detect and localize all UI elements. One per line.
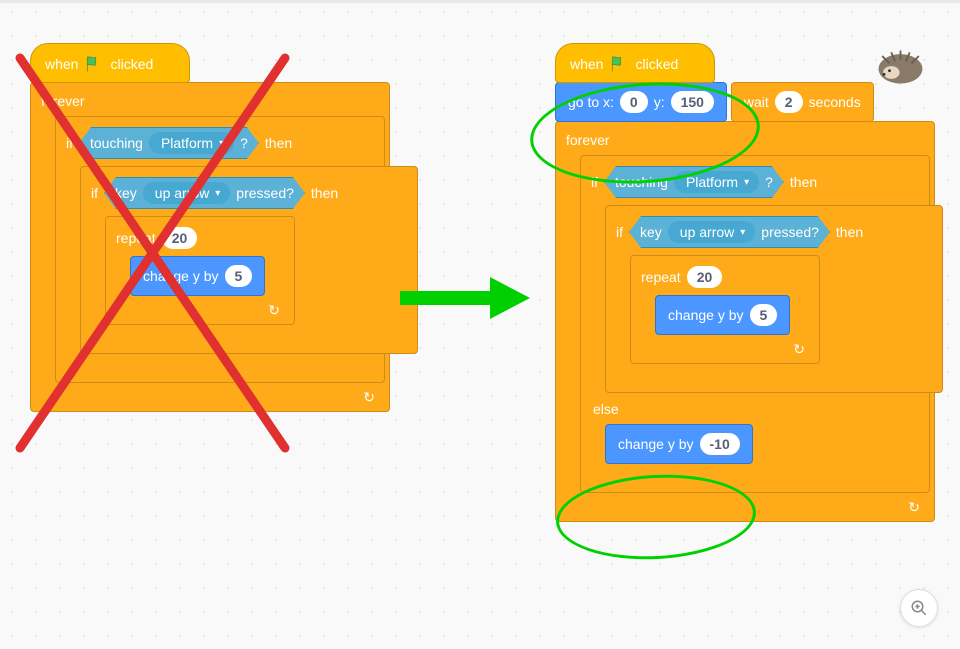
uparrow-option: up arrow [155, 185, 209, 201]
touching-label: touching [615, 174, 668, 190]
touching-label: touching [90, 135, 143, 151]
gotoy-label: y: [654, 94, 665, 110]
key-pressed-reporter[interactable]: key up arrow ▾ pressed? [629, 216, 830, 248]
hat-label: when [45, 56, 78, 72]
scratch-canvas: when clicked forever if touching Platfor… [0, 0, 960, 649]
green-flag-icon [84, 54, 104, 74]
repeat-block[interactable]: repeat 20 change y by 5 [105, 216, 295, 325]
gotox-input[interactable]: 0 [620, 91, 648, 113]
uparrow-option: up arrow [680, 224, 734, 240]
change-y-block[interactable]: change y by 5 [130, 256, 265, 296]
if-key-block[interactable]: if key up arrow ▾ pressed? then [80, 166, 418, 354]
hedgehog-sprite-icon [873, 45, 928, 85]
script-left: when clicked forever if touching Platfor… [30, 43, 390, 412]
change-y-block[interactable]: change y by 5 [655, 295, 790, 335]
zoom-in-button[interactable] [900, 589, 938, 627]
forever-label: forever [566, 132, 610, 148]
else-label: else [593, 401, 619, 417]
loop-arrow-icon: ↻ [363, 389, 375, 406]
pressed-label: pressed? [236, 185, 294, 201]
key-label: key [640, 224, 662, 240]
touching-reporter[interactable]: touching Platform ▾ ? [604, 166, 784, 198]
then-label: then [790, 174, 817, 190]
gotoy-input[interactable]: 150 [671, 91, 714, 113]
wait-input[interactable]: 2 [775, 91, 803, 113]
when-flag-clicked-block[interactable]: when clicked [555, 43, 715, 83]
gotox-label: go to x: [568, 94, 614, 110]
if-touching-block[interactable]: if touching Platform ▾ ? then [55, 116, 385, 383]
if-else-touching-block[interactable]: if touching Platform ▾ ? then [580, 155, 930, 493]
if-label-2: if [91, 185, 98, 201]
repeat-label: repeat [116, 230, 156, 246]
key-label: key [115, 185, 137, 201]
forever-block[interactable]: forever if touching Platform ▾ ? [30, 82, 390, 412]
key-dropdown[interactable]: up arrow ▾ [668, 221, 756, 243]
changey2-input[interactable]: -10 [700, 433, 740, 455]
then-label-2: then [836, 224, 863, 240]
chevron-down-icon: ▾ [744, 177, 749, 188]
key-dropdown[interactable]: up arrow ▾ [143, 182, 231, 204]
chevron-down-icon: ▾ [215, 188, 220, 199]
then-label-2: then [311, 185, 338, 201]
wait-block[interactable]: wait 2 seconds [731, 82, 874, 122]
green-flag-icon [609, 54, 629, 74]
if-key-block[interactable]: if key up arrow ▾ pressed? then [605, 205, 943, 393]
hat-label: when [570, 56, 603, 72]
if-label-2: if [616, 224, 623, 240]
platform-option: Platform [686, 174, 738, 190]
then-label: then [265, 135, 292, 151]
platform-option: Platform [161, 135, 213, 151]
changey-label: change y by [668, 307, 744, 323]
touching-reporter[interactable]: touching Platform ▾ ? [79, 127, 259, 159]
pressed-label: pressed? [761, 224, 819, 240]
repeat-input[interactable]: 20 [687, 266, 723, 288]
question-label: ? [765, 174, 773, 190]
script-right: when clicked go to x: 0 y: 150 wait 2 se… [555, 43, 935, 522]
forever-label: forever [41, 93, 85, 109]
loop-arrow-icon: ↻ [908, 499, 920, 516]
chevron-down-icon: ▾ [219, 138, 224, 149]
wait-label: wait [744, 94, 769, 110]
changey-label: change y by [143, 268, 219, 284]
when-flag-clicked-block[interactable]: when clicked [30, 43, 190, 83]
loop-arrow-icon: ↻ [793, 341, 805, 358]
changey-input[interactable]: 5 [225, 265, 253, 287]
loop-arrow-icon: ↻ [268, 302, 280, 319]
changey-input[interactable]: 5 [750, 304, 778, 326]
hat-label-2: clicked [110, 56, 153, 72]
changey2-label: change y by [618, 436, 694, 452]
forever-block[interactable]: forever if touching Platform ▾ ? [555, 121, 935, 522]
key-pressed-reporter[interactable]: key up arrow ▾ pressed? [104, 177, 305, 209]
question-label: ? [240, 135, 248, 151]
repeat-block[interactable]: repeat 20 change y by 5 [630, 255, 820, 364]
touching-dropdown[interactable]: Platform ▾ [674, 171, 759, 193]
seconds-label: seconds [809, 94, 861, 110]
chevron-down-icon: ▾ [740, 227, 745, 238]
repeat-label: repeat [641, 269, 681, 285]
if-label: if [591, 174, 598, 190]
goto-xy-block[interactable]: go to x: 0 y: 150 [555, 82, 727, 122]
hat-label-2: clicked [635, 56, 678, 72]
if-label: if [66, 135, 73, 151]
change-y-else-block[interactable]: change y by -10 [605, 424, 753, 464]
green-arrow-icon [400, 273, 530, 326]
touching-dropdown[interactable]: Platform ▾ [149, 132, 234, 154]
repeat-input[interactable]: 20 [162, 227, 198, 249]
